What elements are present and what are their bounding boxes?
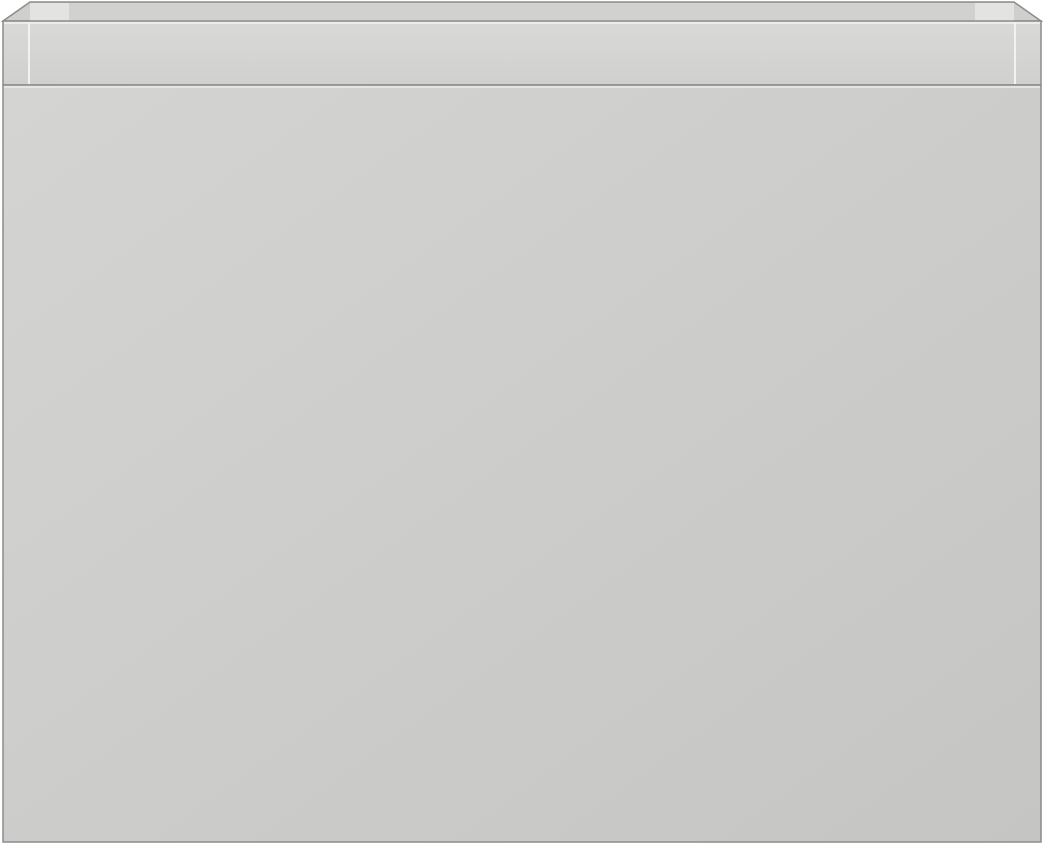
- drawer-inner-right-wall: [975, 3, 1014, 22]
- drawer-illustration: [0, 1, 1044, 843]
- drawer-top-rim: [2, 20, 1042, 86]
- drawer-inner-left-wall: [30, 3, 69, 22]
- drawer-render: [0, 0, 1044, 844]
- drawer-inner-back-wall: [69, 3, 975, 22]
- drawer-front-panel: [2, 84, 1042, 843]
